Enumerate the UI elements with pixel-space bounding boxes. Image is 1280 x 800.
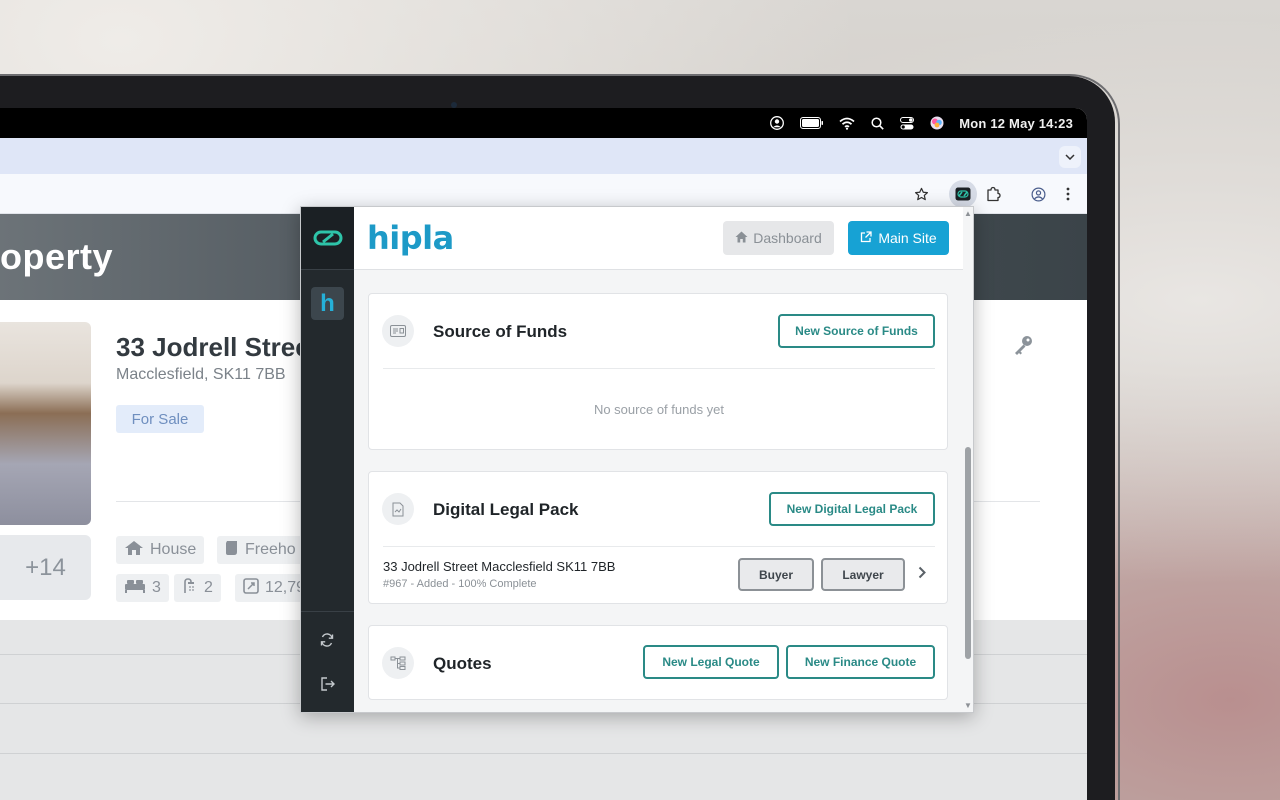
- legal-pack-meta: #967 - Added - 100% Complete: [383, 578, 537, 590]
- main-site-button[interactable]: Main Site: [848, 221, 949, 255]
- property-address: Macclesfield, SK11 7BB: [116, 366, 286, 383]
- quotes-card: Quotes New Legal Quote New Finance Quote: [368, 625, 948, 700]
- home-icon: [735, 230, 748, 246]
- empty-state-text: No source of funds yet: [593, 402, 725, 417]
- user-icon[interactable]: [769, 115, 785, 131]
- more-photos-button[interactable]: +14: [0, 535, 91, 600]
- new-digital-legal-pack-button[interactable]: New Digital Legal Pack: [769, 492, 935, 526]
- scrollbar-thumb[interactable]: [965, 447, 971, 659]
- divider: [383, 368, 935, 369]
- siri-icon[interactable]: [929, 115, 945, 131]
- main-site-button-label: Main Site: [878, 230, 937, 246]
- hipla-extension-icon[interactable]: [949, 180, 977, 208]
- document-icon: [382, 493, 414, 525]
- menu-bar-status: Mon 12 May 14:23: [769, 108, 1073, 138]
- menu-bar: Mon 12 May 14:23: [0, 108, 1087, 138]
- sidebar-app-button[interactable]: h: [311, 287, 344, 320]
- more-icon[interactable]: [1056, 182, 1080, 206]
- chip-label: Freeho: [245, 541, 296, 558]
- search-icon[interactable]: [869, 115, 885, 131]
- quotes-title: Quotes: [433, 654, 492, 673]
- bed-icon: [124, 579, 146, 598]
- key-icon[interactable]: [1012, 334, 1034, 362]
- id-card-icon: [382, 315, 414, 347]
- divider: [0, 753, 1087, 754]
- puzzle-icon[interactable]: [981, 182, 1005, 206]
- scroll-down-arrow[interactable]: ▼: [964, 701, 972, 710]
- page-title: operty: [0, 236, 114, 277]
- shower-icon: [182, 577, 198, 599]
- source-of-funds-title: Source of Funds: [433, 322, 568, 341]
- control-center-icon[interactable]: [899, 115, 915, 131]
- lawyer-button[interactable]: Lawyer: [821, 558, 905, 591]
- digital-legal-pack-title: Digital Legal Pack: [433, 500, 579, 519]
- webcam: [451, 102, 457, 108]
- property-photo[interactable]: [0, 322, 91, 525]
- wifi-icon[interactable]: [839, 115, 855, 131]
- new-finance-quote-button[interactable]: New Finance Quote: [786, 645, 935, 679]
- chevron-right-icon[interactable]: [918, 566, 926, 584]
- dashboard-button[interactable]: Dashboard: [723, 221, 834, 255]
- divider: [301, 611, 354, 612]
- external-link-icon: [860, 230, 872, 246]
- camera-notch: [377, 108, 530, 138]
- hipla-extension-popup: h hipla Dashboard Main Site Source of Fu…: [300, 206, 974, 713]
- quote-flow-icon: [382, 647, 414, 679]
- area-icon: [243, 577, 259, 599]
- popup-sidebar: h: [301, 207, 354, 712]
- property-title: 33 Jodrell Street: [116, 332, 319, 362]
- hipla-logo: hipla: [367, 219, 454, 257]
- chip-label: House: [150, 541, 197, 558]
- legal-pack-name[interactable]: 33 Jodrell Street Macclesfield SK11 7BB: [383, 559, 615, 574]
- popup-header: hipla Dashboard Main Site: [354, 207, 973, 270]
- battery-icon[interactable]: [799, 115, 825, 131]
- clock[interactable]: Mon 12 May 14:23: [959, 116, 1073, 131]
- chip-label: 3: [152, 579, 161, 596]
- dashboard-button-label: Dashboard: [753, 230, 822, 246]
- house-icon: [124, 540, 144, 561]
- chip-label: 2: [204, 579, 213, 596]
- buyer-button[interactable]: Buyer: [738, 558, 814, 591]
- status-badge: For Sale: [116, 405, 204, 433]
- scroll-up-arrow[interactable]: ▲: [964, 209, 972, 218]
- browser-tab-strip: [0, 138, 1087, 174]
- logout-icon[interactable]: [315, 672, 339, 696]
- chip-baths: 2: [174, 574, 221, 602]
- new-source-of-funds-button[interactable]: New Source of Funds: [778, 314, 935, 348]
- chip-property-type: House: [116, 536, 205, 564]
- source-of-funds-card: Source of Funds New Source of Funds No s…: [368, 293, 948, 450]
- digital-legal-pack-card: Digital Legal Pack New Digital Legal Pac…: [368, 471, 948, 604]
- divider: [383, 546, 935, 547]
- tab-search-button[interactable]: [1059, 146, 1081, 168]
- profile-icon[interactable]: [1026, 182, 1050, 206]
- chip-beds: 3: [116, 574, 169, 602]
- new-legal-quote-button[interactable]: New Legal Quote: [643, 645, 779, 679]
- hipla-link-icon[interactable]: [301, 207, 354, 270]
- refresh-icon[interactable]: [315, 628, 339, 652]
- chip-tenure: Freeho: [217, 536, 304, 564]
- scroll-icon: [225, 540, 239, 561]
- star-icon[interactable]: [909, 182, 933, 206]
